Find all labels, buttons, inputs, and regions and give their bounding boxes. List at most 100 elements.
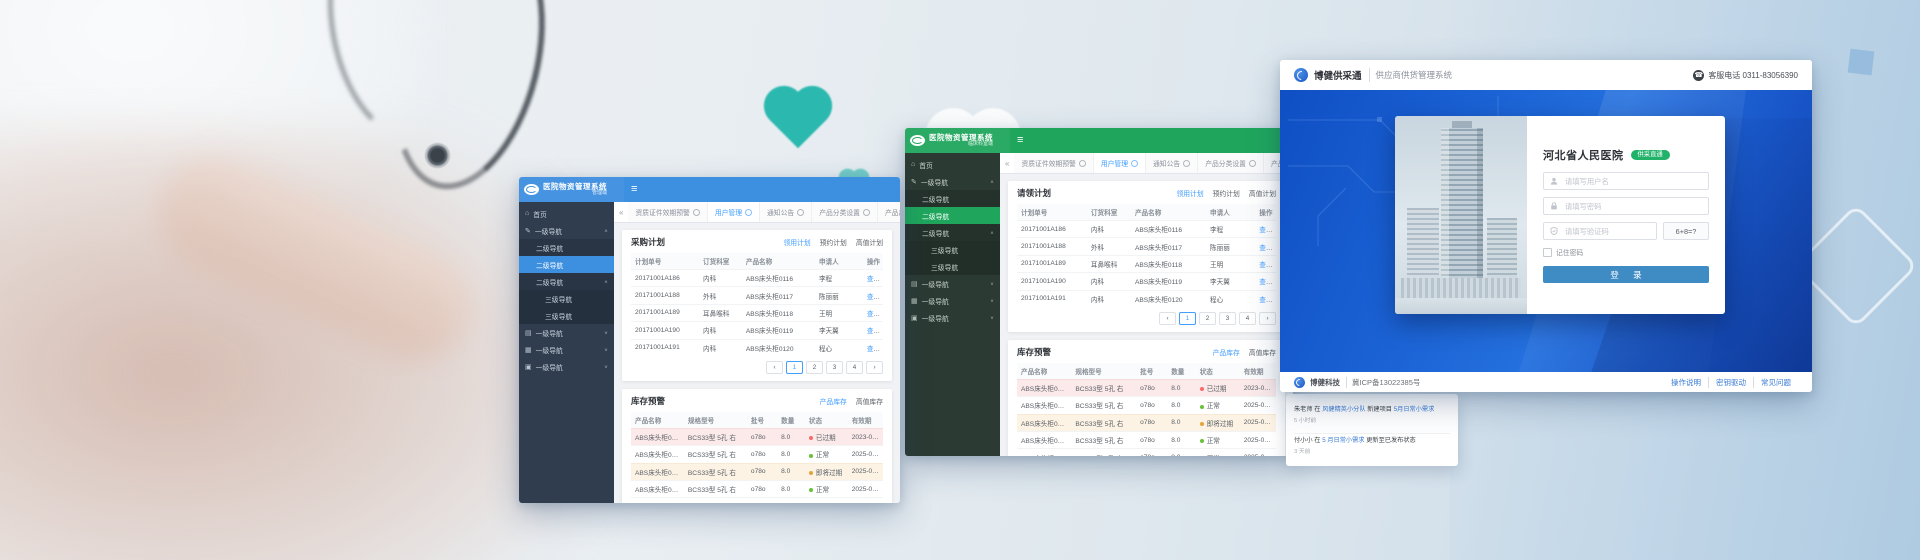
feed-link[interactable]: 5月日常小需求	[1394, 406, 1435, 413]
view-link[interactable]: 查看	[867, 276, 880, 283]
tab-0[interactable]: 资质证件效期预警	[1014, 153, 1093, 173]
plan-link-1[interactable]: 预约计划	[1213, 188, 1240, 198]
footer-link-manual[interactable]: 操作说明	[1664, 377, 1708, 388]
pager-item[interactable]: 1	[1179, 312, 1196, 325]
hamburger-icon[interactable]: ≡	[1017, 135, 1023, 146]
plan-link-2[interactable]: 高值计划	[856, 237, 883, 247]
tab-1[interactable]: 用户管理	[1094, 153, 1146, 173]
pager-item[interactable]: 2	[806, 361, 823, 374]
sidebar-item-1[interactable]: ✎一级导航∧	[519, 222, 614, 239]
stock-link-0[interactable]: 产品库存	[820, 396, 847, 406]
tab-0[interactable]: 资质证件效期预警	[628, 202, 707, 222]
password-input[interactable]	[1563, 201, 1702, 212]
tab-close-icon[interactable]	[745, 209, 752, 216]
username-input[interactable]	[1563, 176, 1702, 187]
tab-close-icon[interactable]	[1131, 160, 1138, 167]
user-icon	[1550, 177, 1558, 185]
feed-link[interactable]: 风健精英小分队	[1322, 406, 1365, 413]
pager-item[interactable]: 4	[1239, 312, 1256, 325]
stock-link-1[interactable]: 高值库存	[1249, 347, 1276, 357]
sidebar-item-7[interactable]: ▤一级导航∨	[905, 275, 1000, 292]
sidebar-item-6[interactable]: 三级导航	[519, 307, 614, 324]
view-link[interactable]: 查看	[867, 328, 880, 335]
chevron-down-icon: ∨	[990, 281, 994, 286]
sidebar-item-1[interactable]: ✎一级导航∧	[905, 173, 1000, 190]
view-link[interactable]: 查看	[1259, 297, 1272, 304]
table-row: 20171001A191内科ABS床头柜0120程心查看	[631, 339, 883, 356]
stock-link-0[interactable]: 产品库存	[1213, 347, 1240, 357]
sidebar-item-3[interactable]: 二级导航	[905, 207, 1000, 224]
hamburger-icon[interactable]: ≡	[631, 184, 637, 195]
view-link[interactable]: 查看	[1259, 279, 1272, 286]
page-next-icon[interactable]: ›	[866, 361, 883, 374]
tab-close-icon[interactable]	[1183, 160, 1190, 167]
tab-close-icon[interactable]	[1079, 160, 1086, 167]
sidebar-item-2[interactable]: 二级导航	[905, 190, 1000, 207]
sidebar-item-9[interactable]: ▣一级导航∨	[519, 358, 614, 375]
sidebar-item-8[interactable]: ▦一级导航∨	[905, 292, 1000, 309]
sidebar-item-4[interactable]: 二级导航∧	[905, 224, 1000, 241]
tab-4[interactable]: 产品出库	[878, 202, 900, 222]
captcha-image[interactable]: 6+8=?	[1663, 222, 1709, 240]
sidebar-item-3[interactable]: 二级导航	[519, 256, 614, 273]
sidebar-item-6[interactable]: 三级导航	[905, 258, 1000, 275]
tab-2[interactable]: 通知公告	[760, 202, 812, 222]
collapse-tabs-icon[interactable]: «	[614, 208, 628, 217]
sidebar-item-0[interactable]: ⌂首页	[519, 205, 614, 222]
tab-close-icon[interactable]	[797, 209, 804, 216]
brand-subtitle: 临床科室端	[968, 142, 993, 147]
view-link[interactable]: 查看	[867, 294, 880, 301]
pager-item[interactable]: 1	[786, 361, 803, 374]
remember-checkbox[interactable]	[1543, 248, 1552, 257]
stock-link-1[interactable]: 高值库存	[856, 396, 883, 406]
plan-link-2[interactable]: 高值计划	[1249, 188, 1276, 198]
page-prev-icon[interactable]: ‹	[1159, 312, 1176, 325]
pager-item[interactable]: 3	[826, 361, 843, 374]
admin-dashboard-window: 医院物资管理系统 管理端 ≡ ⌂首页✎一级导航∧二级导航二级导航二级导航∧三级导…	[519, 177, 900, 503]
sidebar-item-label: 二级导航	[536, 243, 563, 253]
password-field[interactable]	[1543, 197, 1709, 215]
captcha-field[interactable]	[1543, 222, 1657, 240]
footer-link-keydriver[interactable]: 密钥驱动	[1708, 377, 1753, 388]
sidebar-item-7[interactable]: ▤一级导航∨	[519, 324, 614, 341]
sidebar-item-4[interactable]: 二级导航∧	[519, 273, 614, 290]
table-cell: o78o	[747, 446, 777, 463]
view-link[interactable]: 查看	[1259, 262, 1272, 269]
tab-1[interactable]: 用户管理	[708, 202, 760, 222]
tab-3[interactable]: 产品分类设置	[812, 202, 878, 222]
tab-2[interactable]: 通知公告	[1146, 153, 1198, 173]
view-link[interactable]: 查看	[1259, 245, 1272, 252]
username-field[interactable]	[1543, 172, 1709, 190]
view-link[interactable]: 查看	[1259, 227, 1272, 234]
pager-item[interactable]: 2	[1199, 312, 1216, 325]
tab-close-icon[interactable]	[1249, 160, 1256, 167]
login-button[interactable]: 登 录	[1543, 266, 1709, 283]
page-next-icon[interactable]: ›	[1259, 312, 1276, 325]
pager-item[interactable]: 3	[1219, 312, 1236, 325]
sidebar-item-8[interactable]: ▦一级导航∨	[519, 341, 614, 358]
sidebar-item-0[interactable]: ⌂首页	[905, 156, 1000, 173]
feed-link[interactable]: 5 月日常小需求	[1322, 437, 1364, 444]
sidebar-item-9[interactable]: ▣一级导航∨	[905, 309, 1000, 326]
tab-3[interactable]: 产品分类设置	[1198, 153, 1264, 173]
sidebar-item-5[interactable]: 三级导航	[519, 290, 614, 307]
pager-item[interactable]: 4	[846, 361, 863, 374]
chevron-up-icon: ∧	[604, 279, 608, 284]
tab-close-icon[interactable]	[693, 209, 700, 216]
sidebar-item-2[interactable]: 二级导航	[519, 239, 614, 256]
plan-link-1[interactable]: 预约计划	[820, 237, 847, 247]
captcha-input[interactable]	[1563, 226, 1650, 237]
tab-close-icon[interactable]	[863, 209, 870, 216]
sidebar-item-5[interactable]: 三级导航	[905, 241, 1000, 258]
edit-icon: ✎	[911, 178, 917, 186]
collapse-tabs-icon[interactable]: «	[1000, 159, 1014, 168]
page-prev-icon[interactable]: ‹	[766, 361, 783, 374]
plan-link-0[interactable]: 领用计划	[783, 237, 810, 247]
table-row: 20171001A190内科ABS床头柜0119李天翼查看	[1017, 273, 1276, 290]
view-link[interactable]: 查看	[867, 311, 880, 318]
footer-link-faq[interactable]: 常见问题	[1753, 377, 1798, 388]
main-area: « 资质证件效期预警用户管理通知公告产品分类设置产品出库 采购计划 领用计划预约…	[614, 202, 900, 503]
hospital-badge[interactable]: 供采直通	[1631, 150, 1670, 160]
plan-link-0[interactable]: 领用计划	[1176, 188, 1203, 198]
view-link[interactable]: 查看	[867, 346, 880, 353]
